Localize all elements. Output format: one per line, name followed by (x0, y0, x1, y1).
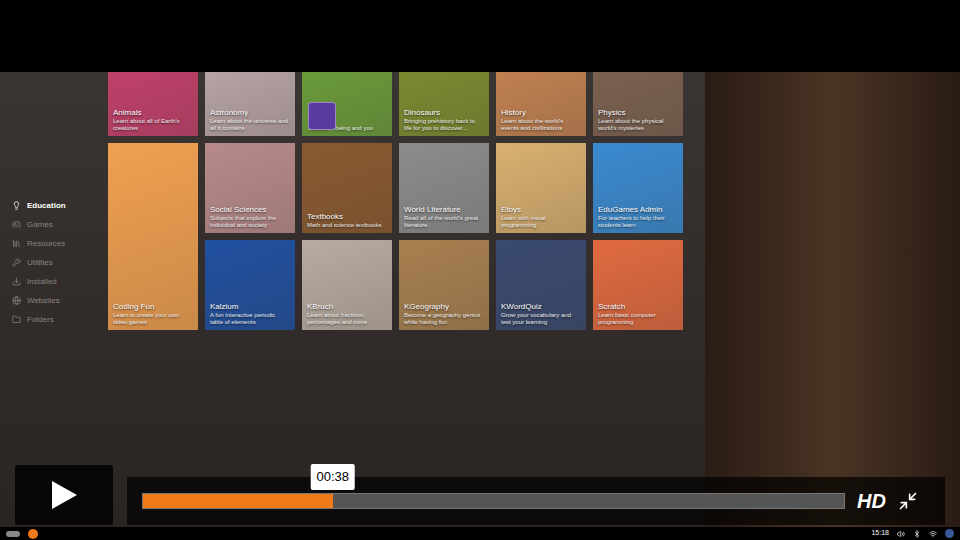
dragged-app-icon[interactable] (308, 102, 336, 130)
control-bar: 00:38 HD (127, 477, 945, 525)
category-icon (12, 315, 21, 324)
category-icon (12, 277, 21, 286)
sidebar-item[interactable]: Utilities (12, 256, 108, 269)
category-icon (12, 296, 21, 305)
sidebar-item[interactable]: Installed (12, 275, 108, 288)
category-icon (12, 220, 21, 229)
play-button[interactable] (15, 465, 113, 525)
app-tile[interactable]: KalziumA fun interactive periodic table … (205, 240, 295, 330)
exit-fullscreen-icon[interactable] (898, 491, 918, 511)
wifi-icon[interactable] (929, 530, 937, 538)
app-tile[interactable]: AnimalsLearn about all of Earth's creatu… (108, 72, 198, 136)
tile-grid: AnimalsLearn about all of Earth's creatu… (108, 72, 683, 527)
sidebar-item[interactable]: Websites (12, 294, 108, 307)
app-tile[interactable]: Social SciencesSubjects that explore the… (205, 143, 295, 233)
letterbox (0, 0, 960, 72)
wallpaper (705, 72, 960, 527)
social-icon[interactable] (945, 529, 954, 538)
app-tile[interactable]: KWordQuizGrow your vocabulary and test y… (496, 240, 586, 330)
app-tile[interactable]: KGeographyBecome a geography genius whil… (399, 240, 489, 330)
taskbar: 15:18 (0, 527, 960, 540)
sidebar-item[interactable]: Resources (12, 237, 108, 250)
sidebar-item[interactable]: Games (12, 218, 108, 231)
progress-fill (143, 494, 333, 508)
app-tile[interactable]: AstronomyLearn about the universe and al… (205, 72, 295, 136)
app-tile[interactable]: KBruchLearn about fractions, percentages… (302, 240, 392, 330)
clock: 15:18 (871, 528, 889, 539)
app-tile[interactable]: DinosaursBringing prehistory back to lif… (399, 72, 489, 136)
app-tile[interactable]: PhysicsLearn about the physical world's … (593, 72, 683, 136)
play-icon (50, 480, 78, 510)
screen: Education Games Resources Utilities Installe… (0, 0, 960, 540)
video-frame: Education Games Resources Utilities Installe… (0, 72, 960, 527)
sidebar-item[interactable]: Education (12, 199, 108, 212)
app-running-icon[interactable] (28, 529, 38, 539)
app-tile[interactable]: EtoysLearn with visual programming (496, 143, 586, 233)
sidebar-item[interactable]: Folders (12, 313, 108, 326)
app-tile[interactable]: ...about ... being and you (302, 72, 392, 136)
app-tile[interactable]: EduGames AdminFor teachers to help their… (593, 143, 683, 233)
app-tile[interactable]: TextbooksMath and science textbooks (302, 143, 392, 233)
logo-icon[interactable] (6, 531, 20, 537)
bluetooth-icon[interactable] (913, 530, 921, 538)
app-tile[interactable]: HistoryLearn about the world's events an… (496, 72, 586, 136)
category-icon (12, 239, 21, 248)
app-tile[interactable]: ScratchLearn basic computer programming (593, 240, 683, 330)
volume-icon[interactable] (897, 530, 905, 538)
progress-track[interactable]: 00:38 (142, 493, 845, 509)
hd-button[interactable]: HD (857, 486, 886, 516)
app-tile[interactable]: Coding FunLearn to create your own video… (108, 143, 198, 330)
category-icon (12, 201, 21, 210)
app-tile[interactable]: World LiteratureRead all of the world's … (399, 143, 489, 233)
time-tooltip: 00:38 (311, 464, 356, 490)
app-grid-panel: Education Games Resources Utilities Installe… (0, 72, 705, 527)
category-icon (12, 258, 21, 267)
sidebar: Education Games Resources Utilities Installe… (0, 72, 108, 527)
